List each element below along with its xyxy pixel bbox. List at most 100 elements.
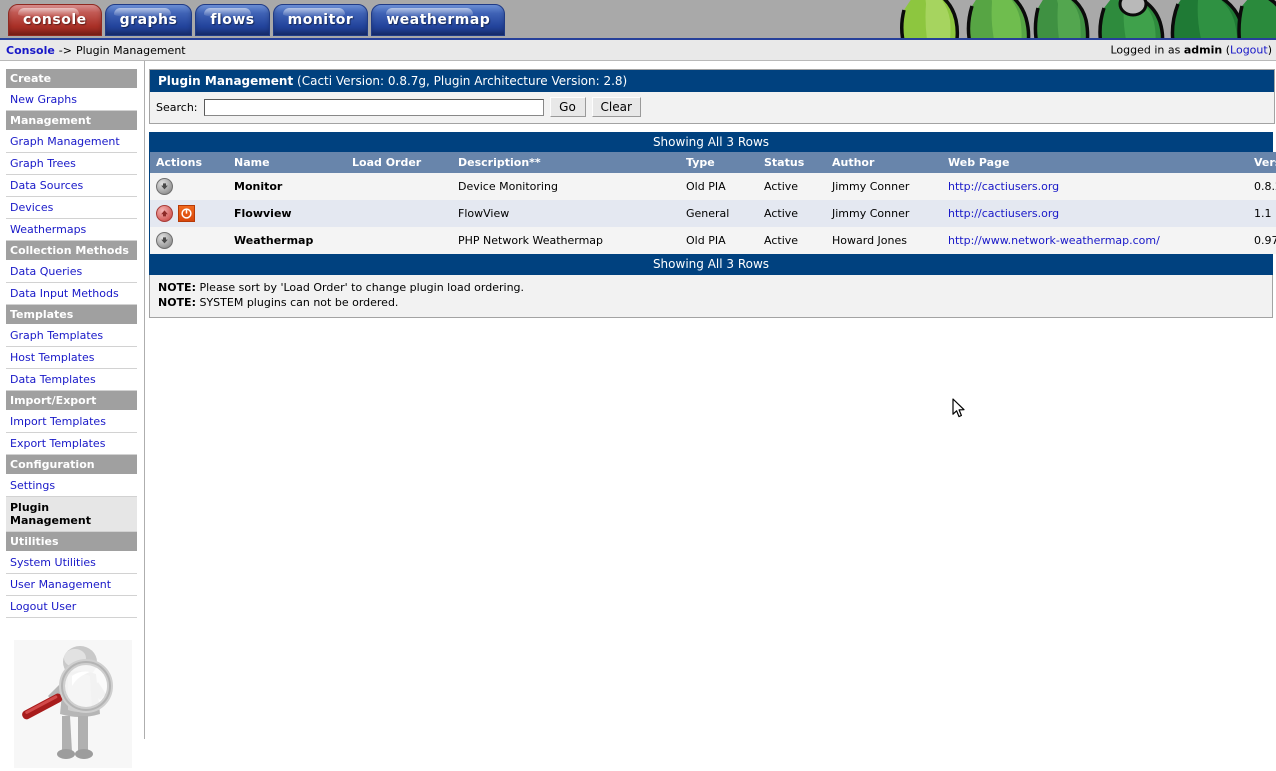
plugin-name: Monitor: [228, 173, 346, 200]
plugin-web-link[interactable]: http://cactiusers.org: [948, 180, 1059, 193]
sidebar-item-graph-management[interactable]: Graph Management: [6, 131, 137, 153]
sidebar-nav: Create New Graphs Management Graph Manag…: [6, 69, 137, 618]
note-load-order: NOTE: Please sort by 'Load Order' to cha…: [158, 280, 1264, 295]
sidebar-item-data-input-methods[interactable]: Data Input Methods: [6, 283, 137, 305]
panel-spacer: [149, 124, 1275, 132]
plugin-description: FlowView: [452, 200, 680, 227]
rows-count-top: Showing All 3 Rows: [150, 132, 1272, 152]
plugin-name: Flowview: [228, 200, 346, 227]
column-header-description[interactable]: Description**: [452, 152, 680, 173]
plugin-web-link[interactable]: http://cactiusers.org: [948, 207, 1059, 220]
sidebar-header-import-export: Import/Export: [6, 391, 137, 411]
column-header-version[interactable]: Version: [1248, 152, 1276, 173]
plugin-description: Device Monitoring: [452, 173, 680, 200]
plugin-author: Howard Jones: [826, 227, 942, 254]
column-header-web-page[interactable]: Web Page: [942, 152, 1248, 173]
move-up-icon[interactable]: [156, 205, 173, 222]
logged-in-prefix: Logged in as: [1110, 43, 1184, 57]
column-header-type[interactable]: Type: [680, 152, 758, 173]
tab-console-label: console: [23, 12, 87, 28]
tab-monitor[interactable]: monitor: [272, 4, 369, 36]
page-title-version-info: (Cacti Version: 0.8.7g, Plugin Architect…: [293, 74, 628, 88]
sidebar-item-system-utilities[interactable]: System Utilities: [6, 552, 137, 574]
plugins-table-container: Showing All 3 Rows Actions Name Load Ord…: [149, 132, 1276, 275]
session-info: Logged in as admin (Logout): [1110, 44, 1272, 57]
plugin-web-page-cell: http://cactiusers.org: [942, 200, 1248, 227]
sidebar-item-plugin-management[interactable]: Plugin Management: [6, 497, 137, 532]
rows-count-bottom: Showing All 3 Rows: [150, 254, 1272, 274]
logout-link[interactable]: Logout: [1230, 44, 1268, 57]
clear-button[interactable]: Clear: [591, 97, 641, 117]
column-header-load-order[interactable]: Load Order: [346, 152, 452, 173]
sidebar-header-configuration: Configuration: [6, 455, 137, 475]
plugin-web-page-cell: http://cactiusers.org: [942, 173, 1248, 200]
sidebar-item-new-graphs[interactable]: New Graphs: [6, 89, 137, 111]
sidebar-item-data-sources[interactable]: Data Sources: [6, 175, 137, 197]
note-text: SYSTEM plugins can not be ordered.: [195, 296, 399, 309]
plugin-name: Weathermap: [228, 227, 346, 254]
sidebar-item-import-templates[interactable]: Import Templates: [6, 411, 137, 433]
sidebar: Create New Graphs Management Graph Manag…: [0, 61, 145, 768]
page-title-main: Plugin Management: [158, 74, 294, 88]
search-row: Search: Go Clear: [150, 92, 1274, 123]
plugins-table: Actions Name Load Order Description** Ty…: [150, 152, 1276, 254]
tab-console[interactable]: console: [8, 4, 102, 36]
logged-in-username: admin: [1183, 43, 1223, 57]
breadcrumb-separator: ->: [58, 43, 72, 57]
action-icons: [156, 232, 228, 249]
plugin-load-order: [346, 173, 452, 200]
sidebar-item-devices[interactable]: Devices: [6, 197, 137, 219]
move-down-icon[interactable]: [156, 232, 173, 249]
column-header-status[interactable]: Status: [758, 152, 826, 173]
notes-panel: NOTE: Please sort by 'Load Order' to cha…: [149, 275, 1273, 318]
plugin-version: 0.97a: [1248, 227, 1276, 254]
sidebar-item-user-management[interactable]: User Management: [6, 574, 137, 596]
sidebar-item-export-templates[interactable]: Export Templates: [6, 433, 137, 455]
sidebar-item-settings[interactable]: Settings: [6, 475, 137, 497]
plugin-author: Jimmy Conner: [826, 200, 942, 227]
go-button[interactable]: Go: [549, 97, 586, 117]
plugin-author: Jimmy Conner: [826, 173, 942, 200]
tab-graphs[interactable]: graphs: [104, 4, 193, 36]
note-prefix: NOTE:: [158, 296, 196, 309]
row-actions-cell: [150, 227, 228, 254]
table-row[interactable]: Monitor Device Monitoring Old PIA Active…: [150, 173, 1276, 200]
sidebar-item-weathermaps[interactable]: Weathermaps: [6, 219, 137, 241]
sidebar-item-graph-trees[interactable]: Graph Trees: [6, 153, 137, 175]
sidebar-item-host-templates[interactable]: Host Templates: [6, 347, 137, 369]
table-row[interactable]: Flowview FlowView General Active Jimmy C…: [150, 200, 1276, 227]
plugin-web-link[interactable]: http://www.network-weathermap.com/: [948, 234, 1160, 247]
disable-plugin-icon[interactable]: [178, 205, 195, 222]
cacti-mascot-image: [14, 640, 132, 768]
plugin-type: General: [680, 200, 758, 227]
column-header-author[interactable]: Author: [826, 152, 942, 173]
main-tab-bar: console graphs flows monitor weathermap: [8, 4, 506, 36]
tab-flows[interactable]: flows: [195, 4, 270, 36]
breadcrumb-current-page: Plugin Management: [75, 43, 186, 57]
note-system-plugins: NOTE: SYSTEM plugins can not be ordered.: [158, 295, 1264, 310]
sidebar-item-data-templates[interactable]: Data Templates: [6, 369, 137, 391]
sidebar-header-utilities: Utilities: [6, 532, 137, 552]
tab-graphs-label: graphs: [119, 12, 178, 28]
table-row[interactable]: Weathermap PHP Network Weathermap Old PI…: [150, 227, 1276, 254]
column-header-actions[interactable]: Actions: [150, 152, 228, 173]
sidebar-item-graph-templates[interactable]: Graph Templates: [6, 325, 137, 347]
note-text: Please sort by 'Load Order' to change pl…: [195, 281, 525, 294]
move-down-icon[interactable]: [156, 178, 173, 195]
column-header-name[interactable]: Name: [228, 152, 346, 173]
sidebar-header-collection-methods: Collection Methods: [6, 241, 137, 261]
breadcrumb-console-link[interactable]: Console: [6, 44, 55, 57]
sidebar-item-data-queries[interactable]: Data Queries: [6, 261, 137, 283]
sidebar-header-templates: Templates: [6, 305, 137, 325]
plugin-description: PHP Network Weathermap: [452, 227, 680, 254]
plugin-management-panel: Plugin Management (Cacti Version: 0.8.7g…: [149, 69, 1275, 124]
search-input[interactable]: [203, 98, 544, 116]
plugin-load-order: [346, 200, 452, 227]
plugin-status: Active: [758, 200, 826, 227]
sidebar-item-logout-user[interactable]: Logout User: [6, 596, 137, 618]
action-icons: [156, 178, 228, 195]
breadcrumb-bar: Console -> Plugin Management Logged in a…: [0, 38, 1276, 61]
plugin-load-order: [346, 227, 452, 254]
row-actions-cell: [150, 200, 228, 227]
tab-weathermap[interactable]: weathermap: [371, 4, 506, 36]
